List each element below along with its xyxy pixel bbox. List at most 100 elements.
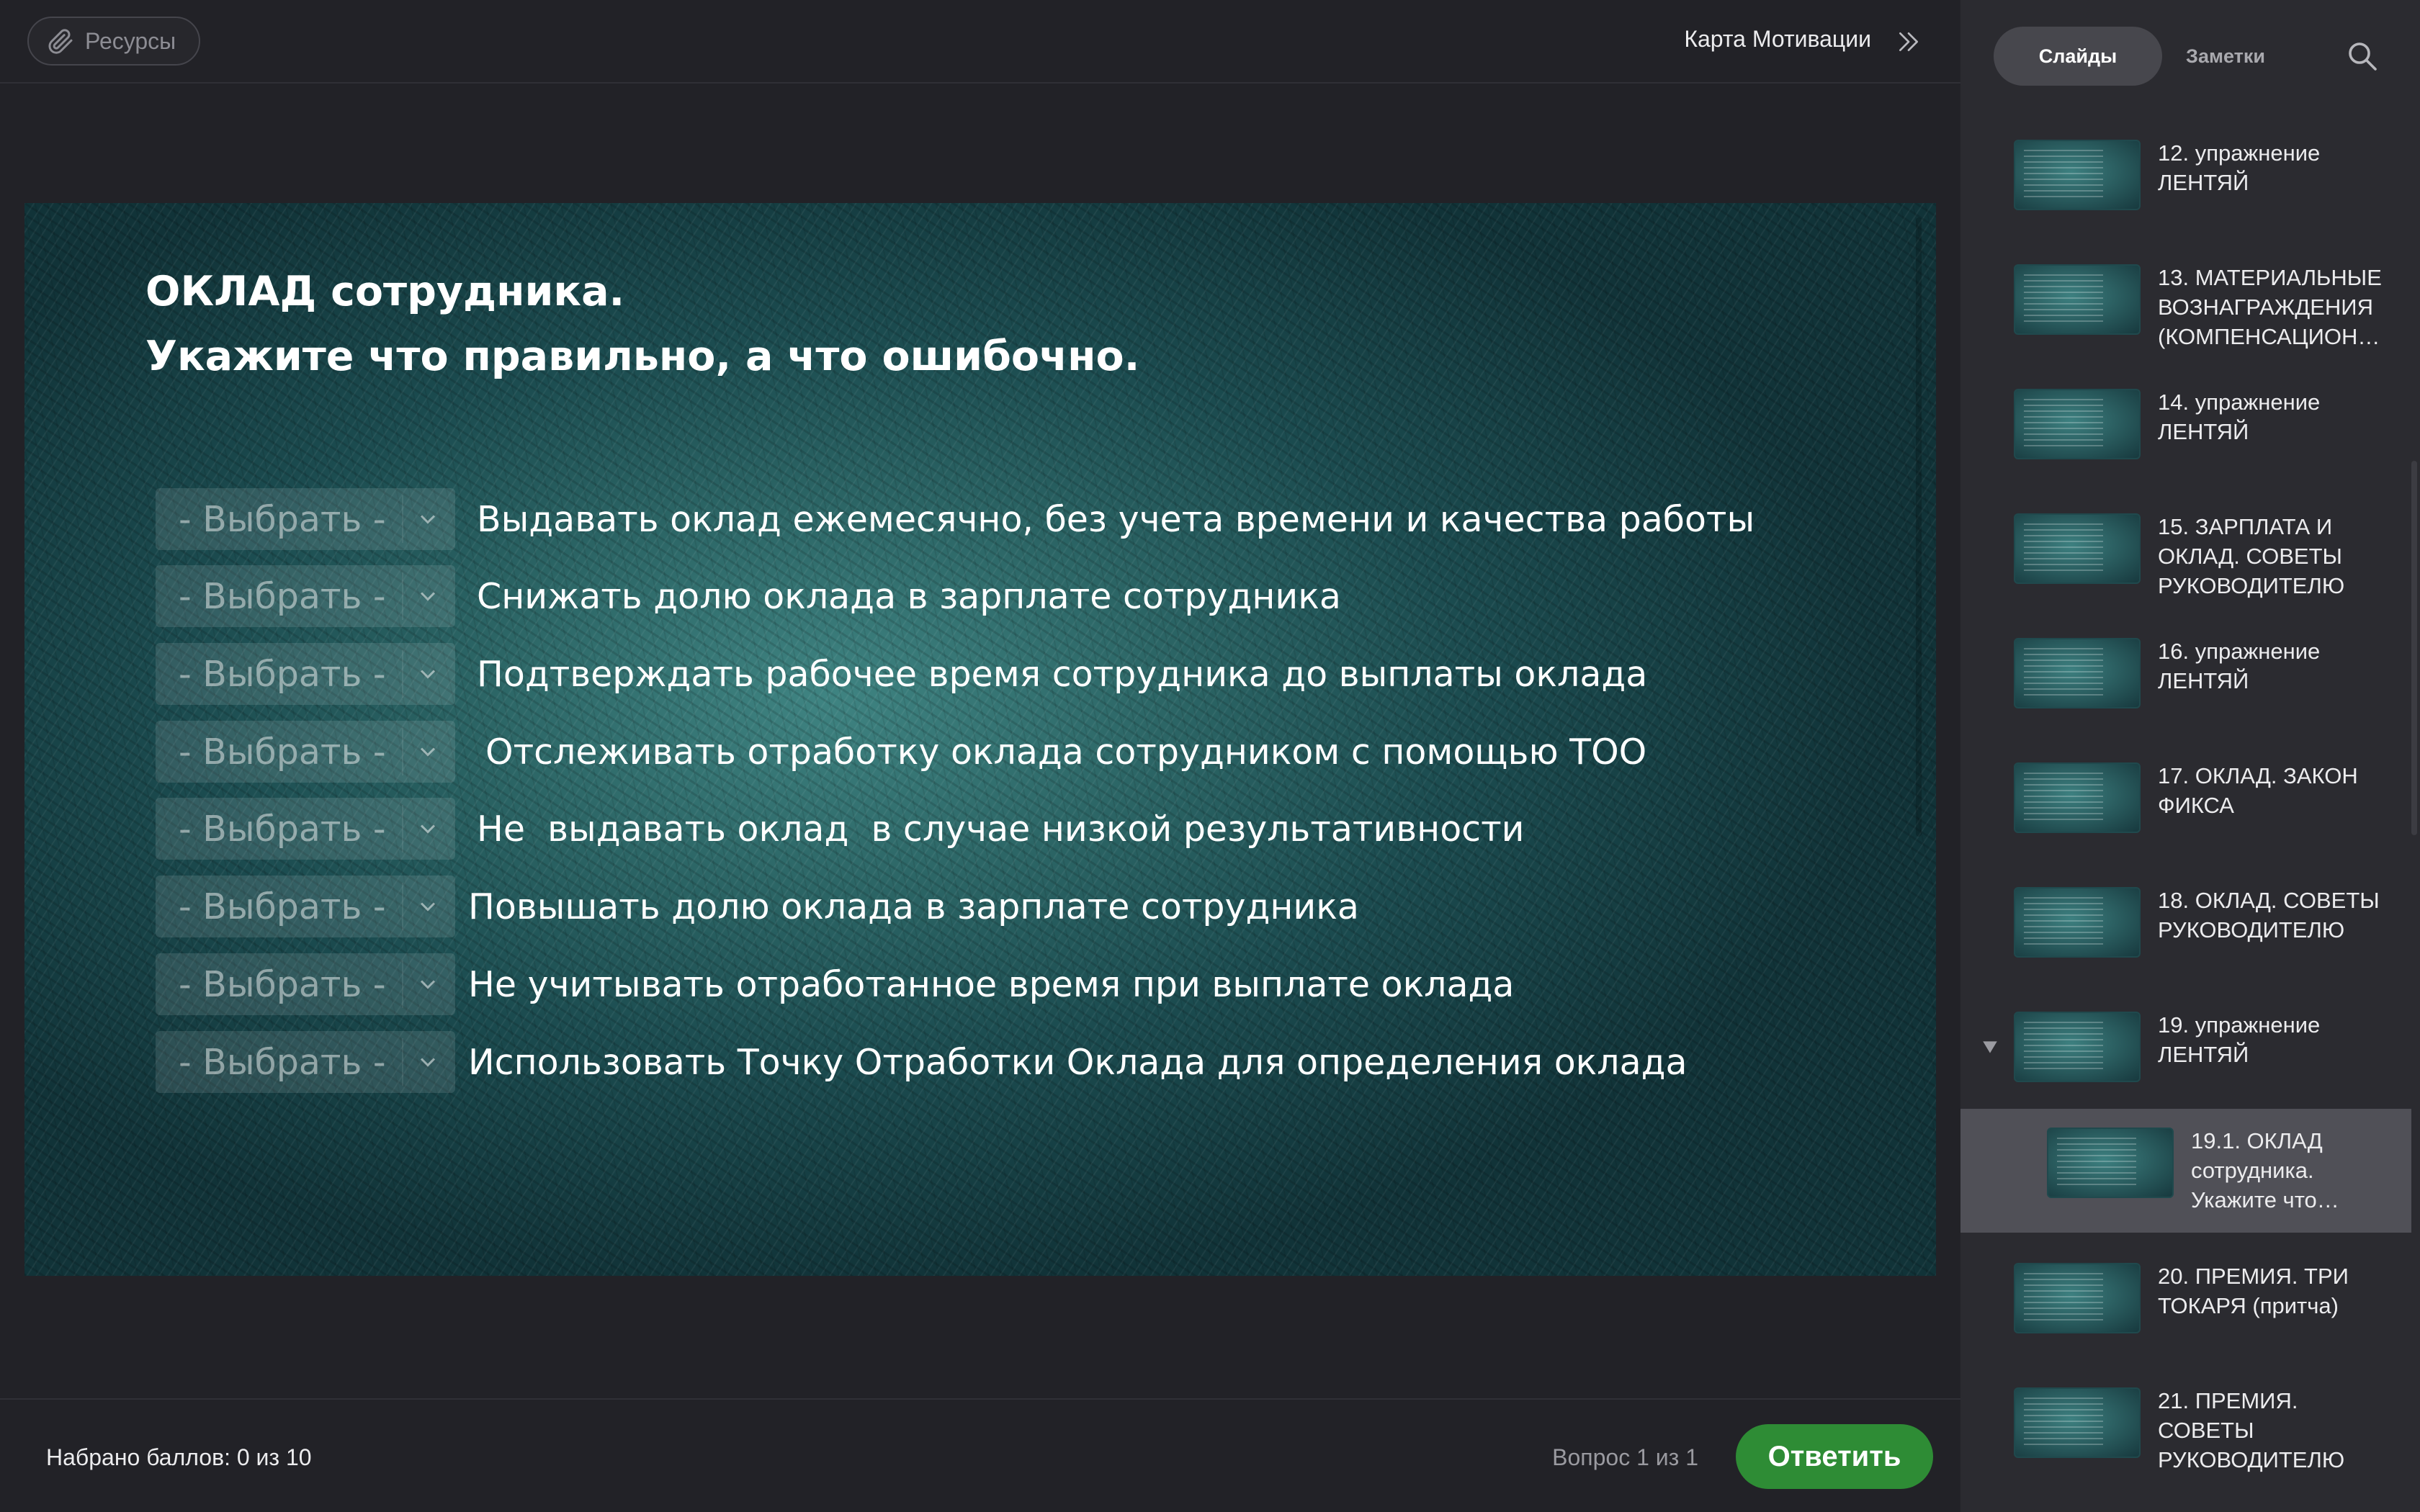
slide-item-label: 19.1. ОКЛАД сотрудника. Укажите что прав… <box>2191 1128 2323 1212</box>
slide-thumbnail <box>2014 264 2141 335</box>
statement-text: Повышать долю оклада в зарплате сотрудни… <box>468 886 1359 927</box>
sidebar-slide-item[interactable]: 20. ПРЕМИЯ. ТРИ ТОКАРЯ (притча) <box>1960 1244 2411 1368</box>
answer-select[interactable]: - Выбрать - <box>156 643 455 705</box>
course-title: Карта Мотивации <box>1684 26 1871 52</box>
slide-thumbnail <box>2014 1263 2141 1333</box>
sidebar-slide-item[interactable]: 14. упражнение ЛЕНТЯЙ <box>1960 370 2411 494</box>
statement-text: Подтверждать рабочее время сотрудника до… <box>477 653 1648 695</box>
select-value: - Выбрать - <box>179 575 386 617</box>
double-chevron-right-icon[interactable] <box>1894 27 1923 56</box>
answer-select[interactable]: - Выбрать - <box>156 798 455 860</box>
statement-text: Снижать долю оклада в зарплате сотрудник… <box>477 575 1341 617</box>
question-row: - Выбрать - Отслеживать отработку оклада… <box>156 721 1646 783</box>
collapse-triangle-icon[interactable] <box>1981 1038 1999 1056</box>
slide-thumbnail <box>2014 762 2141 833</box>
slide-scrollbar[interactable] <box>1916 217 1922 837</box>
resources-button[interactable]: Ресурсы <box>27 17 200 66</box>
sidebar-slide-item[interactable]: 18. ОКЛАД. СОВЕТЫ РУКОВОДИТЕЛЮ <box>1960 868 2411 992</box>
slide-title-line-2: Укажите что правильно, а что ошибочно. <box>145 333 1140 380</box>
answer-select[interactable]: - Выбрать - <box>156 876 455 937</box>
slide-thumbnail <box>2047 1128 2174 1198</box>
answer-select[interactable]: - Выбрать - <box>156 721 455 783</box>
statement-text: Выдавать оклад ежемесячно, без учета вре… <box>477 498 1755 540</box>
statement-text: Отслеживать отработку оклада сотрудником… <box>485 731 1647 773</box>
top-bar: Ресурсы Карта Мотивации <box>0 0 1960 84</box>
player-footer: Набрано баллов: 0 из 10 Вопрос 1 из 1 От… <box>0 1398 1960 1512</box>
slide-item-label: 19. упражнение ЛЕНТЯЙ <box>2158 1012 2321 1067</box>
slide-thumbnail <box>2014 1012 2141 1082</box>
sidebar-slide-item[interactable]: 21. ПРЕМИЯ. СОВЕТЫ РУКОВОДИТЕЛЮ <box>1960 1369 2411 1493</box>
chevron-down-icon <box>420 747 436 757</box>
sidebar-slide-item[interactable]: 16. упражнение ЛЕНТЯЙ <box>1960 619 2411 743</box>
question-counter: Вопрос 1 из 1 <box>1552 1444 1698 1470</box>
chevron-down-icon <box>420 1058 436 1067</box>
search-icon[interactable] <box>2345 39 2380 73</box>
select-divider <box>402 495 403 543</box>
answer-select[interactable]: - Выбрать - <box>156 488 455 550</box>
select-divider <box>402 960 403 1008</box>
slide-item-label: 13. МАТЕРИАЛЬНЫЕ ВОЗНАГРАЖДЕНИЯ (КОМПЕНС… <box>2158 265 2396 349</box>
statement-text: Не учитывать отработанное время при выпл… <box>468 963 1515 1005</box>
chevron-down-icon <box>420 515 436 524</box>
slide-item-label: 16. упражнение ЛЕНТЯЙ <box>2158 639 2321 693</box>
sidebar-slide-item-active[interactable]: 19.1. ОКЛАД сотрудника. Укажите что прав… <box>1960 1109 2411 1233</box>
score-text: Набрано баллов: 0 из 10 <box>46 1444 312 1470</box>
sidebar-slide-item[interactable]: 15. ЗАРПЛАТА И ОКЛАД. СОВЕТЫ РУКОВОДИТЕЛ… <box>1960 495 2411 618</box>
sidebar-slide-item[interactable]: 19. упражнение ЛЕНТЯЙ <box>1960 993 2411 1117</box>
slide-item-label: 17. ОКЛАД. ЗАКОН ФИКСА <box>2158 763 2358 818</box>
tab-notes[interactable]: Заметки <box>2148 27 2303 86</box>
question-row: - Выбрать - Не учитывать отработанное вр… <box>156 953 1514 1015</box>
sidebar-slide-item[interactable]: 13. МАТЕРИАЛЬНЫЕ ВОЗНАГРАЖДЕНИЯ (КОМПЕНС… <box>1960 246 2411 369</box>
chevron-down-icon <box>420 592 436 601</box>
slide-canvas: ОКЛАД сотрудника. Укажите что правильно,… <box>24 203 1936 1276</box>
slide-title: ОКЛАД сотрудника. Укажите что правильно,… <box>145 259 1139 389</box>
select-divider <box>402 883 403 930</box>
slide-thumbnail <box>2014 140 2141 210</box>
paperclip-icon <box>48 29 73 54</box>
sidebar-slide-item[interactable]: 12. упражнение ЛЕНТЯЙ <box>1960 121 2411 245</box>
select-value: - Выбрать - <box>179 731 386 773</box>
select-divider <box>402 805 403 852</box>
question-row: - Выбрать - Использовать Точку Отработки… <box>156 1031 1688 1093</box>
slide-thumbnail <box>2014 638 2141 708</box>
question-row: - Выбрать - Выдавать оклад ежемесячно, б… <box>156 488 1754 550</box>
select-value: - Выбрать - <box>179 963 386 1005</box>
chevron-down-icon <box>420 824 436 834</box>
question-row: - Выбрать - Снижать долю оклада в зарпла… <box>156 565 1341 627</box>
slide-item-label: 14. упражнение ЛЕНТЯЙ <box>2158 390 2321 444</box>
chevron-down-icon <box>420 670 436 679</box>
slide-item-label: 15. ЗАРПЛАТА И ОКЛАД. СОВЕТЫ РУКОВОДИТЕЛ… <box>2158 514 2345 598</box>
resources-label: Ресурсы <box>85 27 176 54</box>
question-row: - Выбрать - Подтверждать рабочее время с… <box>156 643 1647 705</box>
slide-thumbnail <box>2014 513 2141 584</box>
submit-answer-button[interactable]: Ответить <box>1736 1424 1933 1489</box>
question-row: - Выбрать - Не выдавать оклад в случае н… <box>156 798 1525 860</box>
select-value: - Выбрать - <box>179 498 386 540</box>
select-divider <box>402 572 403 620</box>
answer-select[interactable]: - Выбрать - <box>156 953 455 1015</box>
select-value: - Выбрать - <box>179 1041 386 1083</box>
sidebar-slide-item[interactable]: 17. ОКЛАД. ЗАКОН ФИКСА <box>1960 744 2411 868</box>
chevron-down-icon <box>420 980 436 989</box>
select-divider <box>402 650 403 698</box>
answer-select[interactable]: - Выбрать - <box>156 1031 455 1093</box>
slide-item-label: 21. ПРЕМИЯ. СОВЕТЫ РУКОВОДИТЕЛЮ <box>2158 1388 2345 1472</box>
slide-thumbnail <box>2014 1387 2141 1458</box>
sidebar: Слайды Заметки 12. упражнение ЛЕНТЯЙ 13.… <box>1960 0 2420 1512</box>
chevron-down-icon <box>420 902 436 912</box>
slide-item-label: 18. ОКЛАД. СОВЕТЫ РУКОВОДИТЕЛЮ <box>2158 888 2380 942</box>
slide-thumbnail <box>2014 887 2141 958</box>
statement-text: Не выдавать оклад в случае низкой резуль… <box>477 808 1525 850</box>
slide-item-label: 12. упражнение ЛЕНТЯЙ <box>2158 140 2321 195</box>
answer-select[interactable]: - Выбрать - <box>156 565 455 627</box>
select-divider <box>402 728 403 775</box>
slide-title-line-1: ОКЛАД сотрудника. <box>145 268 625 315</box>
question-row: - Выбрать - Повышать долю оклада в зарпл… <box>156 876 1359 937</box>
select-value: - Выбрать - <box>179 808 386 850</box>
select-value: - Выбрать - <box>179 653 386 695</box>
slide-item-label: 20. ПРЕМИЯ. ТРИ ТОКАРЯ (притча) <box>2158 1264 2349 1318</box>
select-value: - Выбрать - <box>179 886 386 927</box>
tab-slides[interactable]: Слайды <box>1994 27 2162 86</box>
select-divider <box>402 1038 403 1086</box>
sidebar-scrollbar[interactable] <box>2411 461 2417 835</box>
